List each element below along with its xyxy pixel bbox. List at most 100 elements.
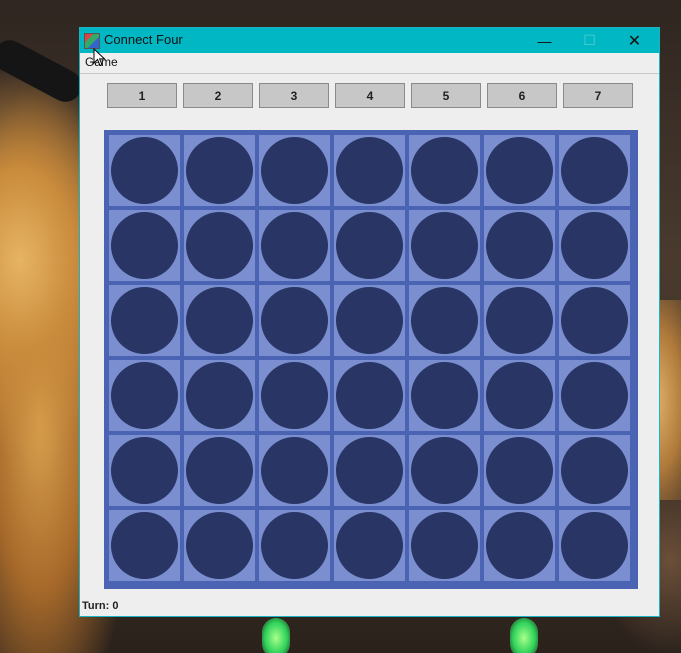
board-cell[interactable]: [484, 135, 555, 206]
empty-slot: [261, 137, 328, 204]
empty-slot: [411, 512, 478, 579]
empty-slot: [336, 287, 403, 354]
empty-slot: [111, 212, 178, 279]
empty-slot: [186, 362, 253, 429]
empty-slot: [561, 437, 628, 504]
empty-slot: [336, 137, 403, 204]
column-7-button[interactable]: 7: [563, 83, 633, 108]
board-cell[interactable]: [334, 360, 405, 431]
empty-slot: [411, 437, 478, 504]
empty-slot: [261, 512, 328, 579]
empty-slot: [111, 137, 178, 204]
maximize-button[interactable]: ☐: [567, 28, 612, 53]
board-cell[interactable]: [109, 360, 180, 431]
game-board[interactable]: [104, 130, 638, 589]
board-cell[interactable]: [409, 285, 480, 356]
empty-slot: [411, 212, 478, 279]
board-cell[interactable]: [259, 210, 330, 281]
connect-four-window: Connect Four — ☐ ✕ Game 1 2 3 4 5 6 7 Tu…: [79, 27, 660, 617]
empty-slot: [186, 287, 253, 354]
empty-slot: [486, 287, 553, 354]
empty-slot: [486, 362, 553, 429]
board-cell[interactable]: [334, 135, 405, 206]
board-cell[interactable]: [484, 285, 555, 356]
board-cell[interactable]: [559, 360, 630, 431]
board-cell[interactable]: [184, 360, 255, 431]
empty-slot: [186, 512, 253, 579]
column-6-button[interactable]: 6: [487, 83, 557, 108]
board-cell[interactable]: [484, 435, 555, 506]
stage-light: [510, 618, 538, 653]
board-cell[interactable]: [259, 360, 330, 431]
board-cell[interactable]: [409, 210, 480, 281]
column-2-button[interactable]: 2: [183, 83, 253, 108]
empty-slot: [111, 287, 178, 354]
empty-slot: [111, 362, 178, 429]
board-cell[interactable]: [259, 285, 330, 356]
empty-slot: [486, 212, 553, 279]
board-cell[interactable]: [484, 360, 555, 431]
board-cell[interactable]: [109, 510, 180, 581]
board-cell[interactable]: [109, 135, 180, 206]
title-bar[interactable]: Connect Four — ☐ ✕: [80, 28, 659, 53]
board-cell[interactable]: [109, 435, 180, 506]
board-cell[interactable]: [409, 510, 480, 581]
empty-slot: [261, 362, 328, 429]
empty-slot: [336, 362, 403, 429]
empty-slot: [561, 287, 628, 354]
board-cell[interactable]: [334, 285, 405, 356]
empty-slot: [336, 437, 403, 504]
empty-slot: [261, 212, 328, 279]
board-cell[interactable]: [109, 285, 180, 356]
board-cell[interactable]: [409, 435, 480, 506]
board-cell[interactable]: [559, 510, 630, 581]
column-4-button[interactable]: 4: [335, 83, 405, 108]
column-5-button[interactable]: 5: [411, 83, 481, 108]
board-cell[interactable]: [259, 135, 330, 206]
board-cell[interactable]: [484, 210, 555, 281]
minimize-button[interactable]: —: [522, 28, 567, 53]
empty-slot: [486, 512, 553, 579]
empty-slot: [186, 137, 253, 204]
empty-slot: [561, 137, 628, 204]
window-title: Connect Four: [104, 32, 183, 47]
board-cell[interactable]: [259, 435, 330, 506]
board-cell[interactable]: [259, 510, 330, 581]
board-cell[interactable]: [184, 285, 255, 356]
empty-slot: [186, 212, 253, 279]
column-1-button[interactable]: 1: [107, 83, 177, 108]
empty-slot: [336, 512, 403, 579]
empty-slot: [411, 287, 478, 354]
empty-slot: [561, 512, 628, 579]
menu-bar: Game: [80, 53, 659, 74]
app-icon: [84, 33, 100, 49]
board-cell[interactable]: [559, 285, 630, 356]
turn-status: Turn: 0: [82, 600, 119, 612]
close-button[interactable]: ✕: [612, 28, 657, 53]
empty-slot: [261, 437, 328, 504]
board-cell[interactable]: [184, 435, 255, 506]
empty-slot: [561, 362, 628, 429]
board-cell[interactable]: [109, 210, 180, 281]
empty-slot: [486, 437, 553, 504]
board-cell[interactable]: [559, 135, 630, 206]
column-3-button[interactable]: 3: [259, 83, 329, 108]
empty-slot: [186, 437, 253, 504]
board-cell[interactable]: [559, 210, 630, 281]
empty-slot: [486, 137, 553, 204]
board-cell[interactable]: [409, 135, 480, 206]
board-cell[interactable]: [334, 510, 405, 581]
board-cell[interactable]: [334, 435, 405, 506]
microphone-shape: [0, 34, 87, 108]
mouse-cursor-icon: [93, 48, 106, 67]
board-cell[interactable]: [334, 210, 405, 281]
board-cell[interactable]: [559, 435, 630, 506]
board-cell[interactable]: [184, 510, 255, 581]
board-cell[interactable]: [409, 360, 480, 431]
board-cell[interactable]: [184, 210, 255, 281]
board-cell[interactable]: [484, 510, 555, 581]
board-cell[interactable]: [184, 135, 255, 206]
empty-slot: [111, 437, 178, 504]
empty-slot: [261, 287, 328, 354]
empty-slot: [561, 212, 628, 279]
